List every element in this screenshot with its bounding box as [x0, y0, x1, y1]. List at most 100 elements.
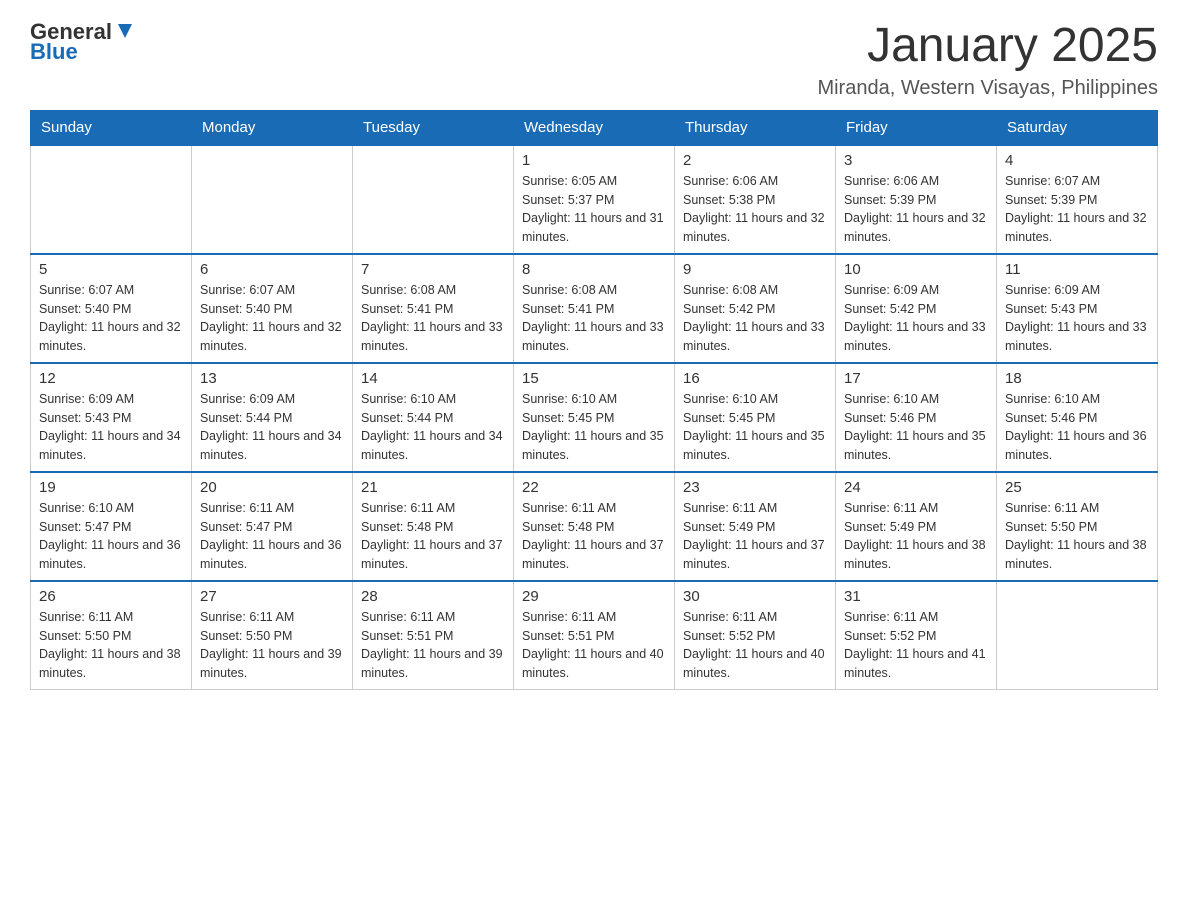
calendar-cell: 16Sunrise: 6:10 AMSunset: 5:45 PMDayligh…: [675, 363, 836, 472]
calendar-cell: 1Sunrise: 6:05 AMSunset: 5:37 PMDaylight…: [514, 145, 675, 254]
day-number: 17: [844, 370, 988, 387]
day-info: Sunrise: 6:11 AMSunset: 5:48 PMDaylight:…: [522, 499, 666, 574]
day-info: Sunrise: 6:08 AMSunset: 5:42 PMDaylight:…: [683, 281, 827, 356]
calendar-cell: 27 Sunrise: 6:11 AMSunset: 5:50 PMDayligh…: [192, 581, 353, 690]
calendar-cell: 26Sunrise: 6:11 AMSunset: 5:50 PMDayligh…: [31, 581, 192, 690]
day-info: Sunrise: 6:11 AMSunset: 5:49 PMDaylight:…: [683, 499, 827, 574]
day-number: 21: [361, 479, 505, 496]
calendar-week-row: 1Sunrise: 6:05 AMSunset: 5:37 PMDaylight…: [31, 145, 1158, 254]
calendar-cell: 2 Sunrise: 6:06 AMSunset: 5:38 PMDaylight…: [675, 145, 836, 254]
calendar-cell: 6Sunrise: 6:07 AMSunset: 5:40 PMDaylight…: [192, 254, 353, 363]
day-number: 7: [361, 261, 505, 278]
day-number: 4: [1005, 152, 1149, 169]
day-info: Sunrise: 6:10 AMSunset: 5:46 PMDaylight:…: [844, 390, 988, 465]
calendar-week-row: 5 Sunrise: 6:07 AMSunset: 5:40 PMDaylight…: [31, 254, 1158, 363]
calendar-cell: 25Sunrise: 6:11 AMSunset: 5:50 PMDayligh…: [997, 472, 1158, 581]
day-info: Sunrise: 6:07 AMSunset: 5:40 PMDaylight:…: [39, 281, 183, 356]
header-wednesday: Wednesday: [514, 110, 675, 145]
calendar-cell: 3 Sunrise: 6:06 AMSunset: 5:39 PMDaylight…: [836, 145, 997, 254]
day-number: 27: [200, 588, 344, 605]
day-number: 30: [683, 588, 827, 605]
calendar-cell: 12Sunrise: 6:09 AMSunset: 5:43 PMDayligh…: [31, 363, 192, 472]
day-info: Sunrise: 6:11 AMSunset: 5:47 PMDaylight:…: [200, 499, 344, 574]
calendar-cell: 20 Sunrise: 6:11 AMSunset: 5:47 PMDayligh…: [192, 472, 353, 581]
logo: General Blue: [30, 20, 136, 64]
calendar-cell: [31, 145, 192, 254]
calendar-cell: 31 Sunrise: 6:11 AMSunset: 5:52 PMDayligh…: [836, 581, 997, 690]
day-info: Sunrise: 6:09 AMSunset: 5:42 PMDaylight:…: [844, 281, 988, 356]
day-info: Sunrise: 6:11 AMSunset: 5:52 PMDaylight:…: [844, 608, 988, 683]
day-number: 16: [683, 370, 827, 387]
day-number: 10: [844, 261, 988, 278]
calendar-cell: 13 Sunrise: 6:09 AMSunset: 5:44 PMDayligh…: [192, 363, 353, 472]
calendar-cell: 19Sunrise: 6:10 AMSunset: 5:47 PMDayligh…: [31, 472, 192, 581]
day-number: 15: [522, 370, 666, 387]
day-number: 24: [844, 479, 988, 496]
calendar-cell: 23Sunrise: 6:11 AMSunset: 5:49 PMDayligh…: [675, 472, 836, 581]
calendar-cell: 24 Sunrise: 6:11 AMSunset: 5:49 PMDayligh…: [836, 472, 997, 581]
calendar-table: Sunday Monday Tuesday Wednesday Thursday…: [30, 110, 1158, 690]
day-info: Sunrise: 6:11 AMSunset: 5:52 PMDaylight:…: [683, 608, 827, 683]
day-info: Sunrise: 6:10 AMSunset: 5:44 PMDaylight:…: [361, 390, 505, 465]
calendar-cell: 21 Sunrise: 6:11 AMSunset: 5:48 PMDayligh…: [353, 472, 514, 581]
day-info: Sunrise: 6:11 AMSunset: 5:49 PMDaylight:…: [844, 499, 988, 574]
day-number: 2: [683, 152, 827, 169]
day-info: Sunrise: 6:08 AMSunset: 5:41 PMDaylight:…: [361, 281, 505, 356]
day-info: Sunrise: 6:07 AMSunset: 5:39 PMDaylight:…: [1005, 172, 1149, 247]
calendar-week-row: 26Sunrise: 6:11 AMSunset: 5:50 PMDayligh…: [31, 581, 1158, 690]
title-section: January 2025 Miranda, Western Visayas, P…: [817, 20, 1158, 100]
calendar-cell: 4 Sunrise: 6:07 AMSunset: 5:39 PMDaylight…: [997, 145, 1158, 254]
logo-triangle-icon: [114, 20, 136, 42]
page-header: General Blue January 2025 Miranda, Weste…: [30, 20, 1158, 100]
day-number: 25: [1005, 479, 1149, 496]
day-info: Sunrise: 6:09 AMSunset: 5:44 PMDaylight:…: [200, 390, 344, 465]
calendar-cell: 5 Sunrise: 6:07 AMSunset: 5:40 PMDaylight…: [31, 254, 192, 363]
calendar-cell: 8Sunrise: 6:08 AMSunset: 5:41 PMDaylight…: [514, 254, 675, 363]
calendar-header-row: Sunday Monday Tuesday Wednesday Thursday…: [31, 110, 1158, 145]
calendar-cell: 18 Sunrise: 6:10 AMSunset: 5:46 PMDayligh…: [997, 363, 1158, 472]
day-info: Sunrise: 6:10 AMSunset: 5:47 PMDaylight:…: [39, 499, 183, 574]
calendar-cell: 15 Sunrise: 6:10 AMSunset: 5:45 PMDayligh…: [514, 363, 675, 472]
day-info: Sunrise: 6:11 AMSunset: 5:48 PMDaylight:…: [361, 499, 505, 574]
day-number: 20: [200, 479, 344, 496]
calendar-title: January 2025: [817, 20, 1158, 73]
day-info: Sunrise: 6:10 AMSunset: 5:46 PMDaylight:…: [1005, 390, 1149, 465]
day-number: 18: [1005, 370, 1149, 387]
day-info: Sunrise: 6:11 AMSunset: 5:51 PMDaylight:…: [522, 608, 666, 683]
day-number: 13: [200, 370, 344, 387]
calendar-cell: 30 Sunrise: 6:11 AMSunset: 5:52 PMDayligh…: [675, 581, 836, 690]
header-tuesday: Tuesday: [353, 110, 514, 145]
day-info: Sunrise: 6:11 AMSunset: 5:50 PMDaylight:…: [200, 608, 344, 683]
day-info: Sunrise: 6:11 AMSunset: 5:50 PMDaylight:…: [39, 608, 183, 683]
day-info: Sunrise: 6:10 AMSunset: 5:45 PMDaylight:…: [522, 390, 666, 465]
calendar-cell: 11 Sunrise: 6:09 AMSunset: 5:43 PMDayligh…: [997, 254, 1158, 363]
header-friday: Friday: [836, 110, 997, 145]
day-number: 29: [522, 588, 666, 605]
day-info: Sunrise: 6:06 AMSunset: 5:39 PMDaylight:…: [844, 172, 988, 247]
calendar-week-row: 19Sunrise: 6:10 AMSunset: 5:47 PMDayligh…: [31, 472, 1158, 581]
logo-text-blue: Blue: [30, 40, 136, 64]
day-info: Sunrise: 6:09 AMSunset: 5:43 PMDaylight:…: [1005, 281, 1149, 356]
calendar-subtitle: Miranda, Western Visayas, Philippines: [817, 77, 1158, 100]
calendar-cell: [997, 581, 1158, 690]
day-info: Sunrise: 6:06 AMSunset: 5:38 PMDaylight:…: [683, 172, 827, 247]
day-number: 5: [39, 261, 183, 278]
calendar-cell: 29 Sunrise: 6:11 AMSunset: 5:51 PMDayligh…: [514, 581, 675, 690]
calendar-cell: 7 Sunrise: 6:08 AMSunset: 5:41 PMDaylight…: [353, 254, 514, 363]
day-info: Sunrise: 6:11 AMSunset: 5:51 PMDaylight:…: [361, 608, 505, 683]
calendar-week-row: 12Sunrise: 6:09 AMSunset: 5:43 PMDayligh…: [31, 363, 1158, 472]
day-number: 1: [522, 152, 666, 169]
day-number: 3: [844, 152, 988, 169]
day-number: 31: [844, 588, 988, 605]
calendar-cell: [192, 145, 353, 254]
calendar-cell: [353, 145, 514, 254]
day-number: 14: [361, 370, 505, 387]
calendar-cell: 9Sunrise: 6:08 AMSunset: 5:42 PMDaylight…: [675, 254, 836, 363]
day-number: 28: [361, 588, 505, 605]
day-number: 22: [522, 479, 666, 496]
day-number: 11: [1005, 261, 1149, 278]
day-number: 12: [39, 370, 183, 387]
header-monday: Monday: [192, 110, 353, 145]
calendar-cell: 14 Sunrise: 6:10 AMSunset: 5:44 PMDayligh…: [353, 363, 514, 472]
header-saturday: Saturday: [997, 110, 1158, 145]
